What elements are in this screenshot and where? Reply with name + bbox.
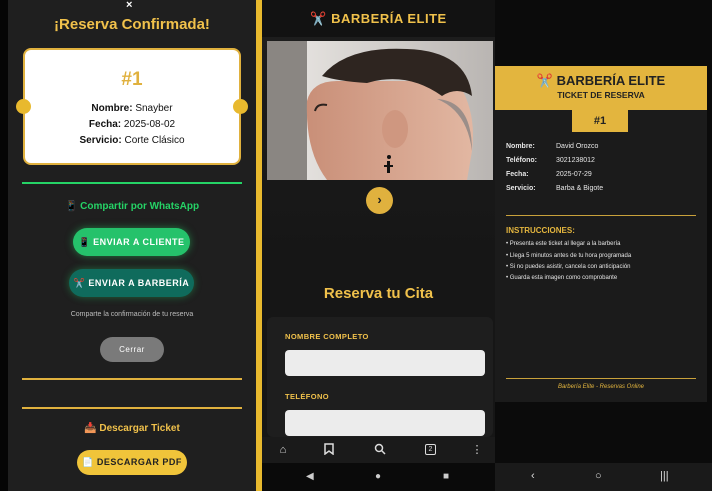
- field-name: Nombre: David Orozco: [506, 143, 599, 150]
- send-to-client-button[interactable]: 📱 ENVIAR A CLIENTE: [73, 228, 190, 256]
- whatsapp-share-title: 📱 Compartir por WhatsApp: [64, 201, 200, 212]
- home-nav-icon[interactable]: ○: [595, 470, 602, 482]
- ticket-footer: Barbería Elite - Reservas Online: [557, 384, 645, 390]
- ticket-card: #1 Nombre: Snayber Fecha: 2025-08-02 Ser…: [23, 48, 241, 165]
- field-phone: Teléfono: 3021238012: [506, 157, 595, 164]
- modal-title: ¡Reserva Confirmada!: [54, 16, 210, 33]
- instruction-item: • Guarda esta imagen como comprobante: [506, 275, 618, 281]
- ticket-row-service: Servicio: Corte Clásico: [79, 135, 185, 146]
- search-icon[interactable]: [373, 443, 387, 457]
- booking-form: NOMBRE COMPLETO TELÉFONO: [267, 317, 493, 437]
- close-icon[interactable]: ×: [126, 0, 132, 11]
- send-to-barbershop-button[interactable]: ✂️ ENVIAR A BARBERÍA: [69, 269, 194, 297]
- recents-icon[interactable]: |||: [660, 470, 669, 482]
- close-button[interactable]: Cerrar: [100, 337, 164, 362]
- field-service: Servicio: Barba & Bigote: [506, 185, 604, 192]
- download-pdf-button[interactable]: 📄 DESCARGAR PDF: [77, 450, 187, 475]
- more-options-icon[interactable]: ⋮: [470, 443, 484, 457]
- modal-edge: [0, 0, 8, 491]
- brand-title: ✂️ BARBERÍA ELITE: [310, 11, 447, 26]
- ticket-row-date: Fecha: 2025-08-02: [88, 119, 176, 130]
- phone-input[interactable]: [285, 410, 485, 436]
- instruction-item: • Si no puedes asistir, cancela con anti…: [506, 264, 631, 270]
- back-icon[interactable]: ‹: [531, 470, 535, 482]
- ticket-subtitle: TICKET DE RESERVA: [557, 90, 645, 100]
- recents-icon[interactable]: ■: [443, 471, 449, 482]
- booking-page: ✂️ BARBERÍA ELITE › Reserva tu Cita NOMB…: [262, 0, 495, 491]
- ticket-notch-left: [16, 99, 31, 114]
- ticket-brand: ✂️ BARBERÍA ELITE: [536, 73, 666, 88]
- share-hint: Comparte la confirmación de tu reserva: [70, 311, 194, 318]
- system-nav-bar: ‹ ○ |||: [495, 463, 712, 491]
- slider-next-button[interactable]: ›: [366, 187, 393, 214]
- reserve-title: Reserva tu Cita: [323, 285, 434, 302]
- phone-label: TELÉFONO: [285, 392, 330, 401]
- barber-haircut-photo: [267, 41, 493, 180]
- instruction-item: • Llega 5 minutos antes de tu hora progr…: [506, 253, 632, 259]
- browser-toolbar: ⌂ 2 ⋮: [262, 437, 495, 463]
- download-ticket-title: 📥 Descargar Ticket: [84, 423, 180, 434]
- divider-gold-2: [22, 407, 242, 409]
- instructions-title: INSTRUCCIONES:: [506, 226, 575, 235]
- home-icon[interactable]: ⌂: [276, 443, 290, 457]
- ticket-row-name: Nombre: Snayber: [91, 103, 173, 114]
- field-date: Fecha: 2025-07-29: [506, 171, 592, 178]
- name-label: NOMBRE COMPLETO: [285, 332, 369, 341]
- divider-gold-1: [22, 378, 242, 380]
- ticket-number: #1: [121, 69, 143, 90]
- ticket-image-view: ✂️ BARBERÍA ELITE TICKET DE RESERVA #1 N…: [495, 0, 712, 491]
- screenshot-collage: × ¡Reserva Confirmada! #1 Nombre: Snaybe…: [0, 0, 712, 491]
- ticket-separator-1: [506, 215, 696, 216]
- ticket-notch-right: [233, 99, 248, 114]
- ticket-separator-2: [506, 378, 696, 379]
- app-header: ✂️ BARBERÍA ELITE: [262, 0, 495, 37]
- confirmation-modal: × ¡Reserva Confirmada! #1 Nombre: Snaybe…: [0, 0, 262, 491]
- back-icon[interactable]: ◀: [306, 471, 314, 482]
- tabs-count-icon[interactable]: 2: [425, 444, 436, 455]
- ticket-header: ✂️ BARBERÍA ELITE TICKET DE RESERVA: [495, 66, 707, 110]
- home-nav-icon[interactable]: ●: [375, 471, 381, 482]
- bookmark-icon[interactable]: [322, 443, 336, 457]
- ticket-number-tab: #1: [572, 110, 628, 132]
- divider-green: [22, 182, 242, 184]
- system-nav-bar: ◀ ● ■: [262, 463, 495, 491]
- instruction-item: • Presenta este ticket al llegar a la ba…: [506, 241, 621, 247]
- name-input[interactable]: [285, 350, 485, 376]
